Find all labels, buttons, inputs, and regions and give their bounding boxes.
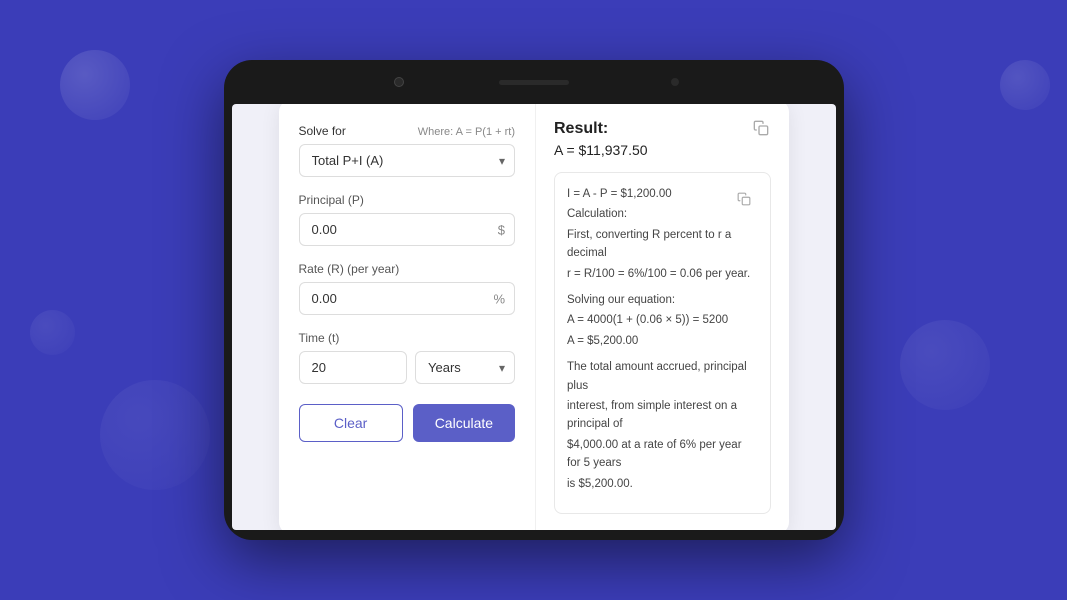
result-detail-box: I = A - P = $1,200.00 Calculation: First… — [554, 172, 771, 514]
time-label: Time (t) — [299, 331, 516, 345]
tablet-top-bar — [224, 60, 844, 104]
copy-result-icon[interactable] — [749, 116, 773, 140]
bubble-5 — [900, 320, 990, 410]
principal-suffix-icon: $ — [498, 222, 505, 237]
detail-line-4: r = R/100 = 6%/100 = 0.06 per year. — [567, 265, 758, 283]
rate-label: Rate (R) (per year) — [299, 262, 516, 276]
calculator-card: Solve for Where: A = P(1 + rt) Total P+I… — [279, 104, 789, 530]
detail-line-6: Solving our equation: — [567, 291, 758, 309]
clear-button[interactable]: Clear — [299, 404, 403, 442]
bubble-3 — [30, 310, 75, 355]
rate-suffix-icon: % — [493, 291, 505, 306]
tablet-camera-right — [671, 78, 679, 86]
detail-line-11: interest, from simple interest on a prin… — [567, 397, 758, 434]
tablet-camera — [394, 77, 404, 87]
tablet-screen: Solve for Where: A = P(1 + rt) Total P+I… — [232, 104, 836, 530]
tablet-frame: Solve for Where: A = P(1 + rt) Total P+I… — [224, 60, 844, 540]
bubble-1 — [60, 50, 130, 120]
copy-detail-icon[interactable] — [734, 189, 754, 209]
principal-input[interactable] — [299, 213, 516, 246]
result-value: A = $11,937.50 — [554, 142, 771, 158]
time-row: Days Weeks Months Years ▾ — [299, 351, 516, 384]
button-row: Clear Calculate — [299, 404, 516, 442]
detail-line-2: Calculation: — [567, 205, 758, 223]
rate-input-wrapper: % — [299, 282, 516, 315]
detail-line-10: The total amount accrued, principal plus — [567, 358, 758, 395]
tablet-speaker — [499, 80, 569, 85]
calculator-left-panel: Solve for Where: A = P(1 + rt) Total P+I… — [279, 104, 537, 530]
solve-for-group: Solve for Where: A = P(1 + rt) Total P+I… — [299, 124, 516, 177]
detail-line-8: A = $5,200.00 — [567, 332, 758, 350]
principal-group: Principal (P) $ — [299, 193, 516, 246]
detail-line-12: $4,000.00 at a rate of 6% per year for 5… — [567, 436, 758, 473]
time-group: Time (t) Days Weeks Months Years — [299, 331, 516, 384]
detail-section-2: Solving our equation: A = 4000(1 + (0.06… — [567, 291, 758, 350]
time-input[interactable] — [299, 351, 408, 384]
time-unit-select-wrapper: Days Weeks Months Years ▾ — [415, 351, 515, 384]
result-title: Result: — [554, 120, 771, 138]
solve-for-select-wrapper: Total P+I (A) Principal (P) Rate (R) Tim… — [299, 144, 516, 177]
detail-line-1: I = A - P = $1,200.00 — [567, 185, 758, 203]
detail-line-13: is $5,200.00. — [567, 475, 758, 493]
detail-section-3: The total amount accrued, principal plus… — [567, 358, 758, 493]
detail-line-3: First, converting R percent to r a decim… — [567, 226, 758, 263]
bubble-6 — [1000, 60, 1050, 110]
solve-for-formula: Where: A = P(1 + rt) — [418, 126, 515, 138]
calculator-right-panel: Result: A = $11,937.50 I = A - P = $1,20… — [536, 104, 789, 530]
rate-group: Rate (R) (per year) % — [299, 262, 516, 315]
time-input-wrapper — [299, 351, 408, 384]
bubble-4 — [100, 380, 210, 490]
solve-for-select[interactable]: Total P+I (A) Principal (P) Rate (R) Tim… — [299, 144, 516, 177]
principal-label: Principal (P) — [299, 193, 516, 207]
detail-line-7: A = 4000(1 + (0.06 × 5)) = 5200 — [567, 311, 758, 329]
calculate-button[interactable]: Calculate — [413, 404, 515, 442]
detail-section-1: I = A - P = $1,200.00 Calculation: First… — [567, 185, 758, 283]
solve-for-header: Solve for Where: A = P(1 + rt) — [299, 124, 516, 138]
time-unit-select[interactable]: Days Weeks Months Years — [415, 351, 515, 384]
principal-input-wrapper: $ — [299, 213, 516, 246]
solve-for-label: Solve for — [299, 124, 346, 138]
rate-input[interactable] — [299, 282, 516, 315]
